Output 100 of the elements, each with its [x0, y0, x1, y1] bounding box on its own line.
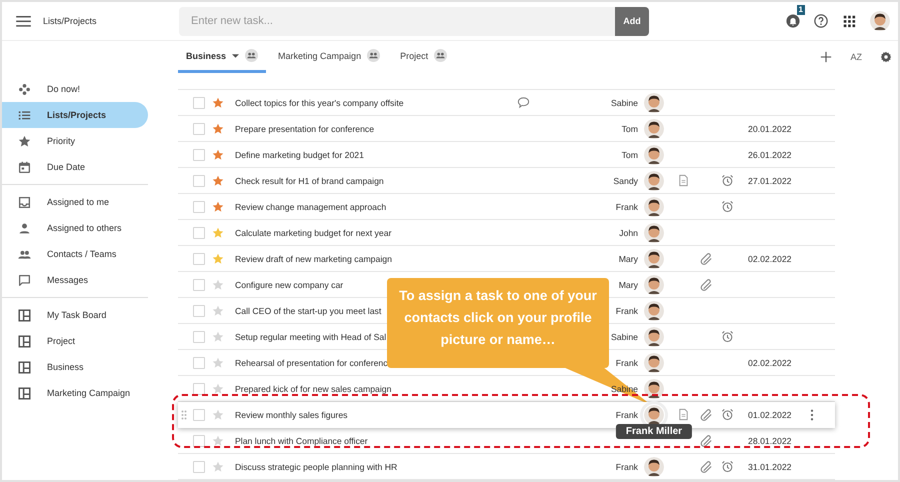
assignee-name[interactable]: Frank: [616, 358, 638, 368]
checkbox[interactable]: [193, 200, 205, 212]
paperclip-icon[interactable]: [700, 252, 712, 265]
due-date: 31.01.2022: [748, 462, 792, 472]
sidebar-item[interactable]: Do now!: [2, 76, 148, 102]
sidebar-item[interactable]: Contacts / Teams: [2, 241, 148, 267]
board-icon: [18, 386, 31, 400]
paperclip-icon[interactable]: [700, 460, 712, 473]
gamepad-icon: [18, 82, 31, 96]
checkbox[interactable]: [193, 226, 205, 238]
assignee-name[interactable]: Frank: [616, 462, 638, 472]
alarm-clock-icon[interactable]: [720, 408, 734, 421]
apps-grid-icon[interactable]: [842, 14, 856, 28]
task-title: Calculate marketing budget for next year: [235, 228, 392, 238]
star-icon[interactable]: [212, 330, 224, 342]
page-title: Lists/Projects: [43, 16, 98, 26]
paperclip-icon[interactable]: [700, 434, 712, 447]
alarm-clock-icon[interactable]: [720, 460, 734, 473]
checkbox[interactable]: [193, 356, 205, 368]
task-title: Configure new company car: [235, 280, 344, 290]
star-icon[interactable]: [212, 148, 224, 160]
due-date: 02.02.2022: [748, 254, 792, 264]
due-date: 27.01.2022: [748, 176, 792, 186]
task-title: Setup regular meeting with Head of Sal: [235, 332, 386, 342]
add-button[interactable]: Add: [615, 6, 649, 36]
paperclip-icon[interactable]: [700, 278, 712, 291]
checkbox[interactable]: [193, 122, 205, 134]
sidebar-item[interactable]: Assigned to me: [2, 189, 148, 215]
help-icon[interactable]: [814, 14, 828, 28]
checkbox[interactable]: [193, 434, 205, 446]
star-icon[interactable]: [212, 382, 224, 394]
sidebar-item[interactable]: Business: [2, 354, 148, 380]
assignee-name[interactable]: John: [619, 228, 638, 238]
star-icon[interactable]: [212, 278, 224, 290]
star-icon[interactable]: [212, 252, 224, 264]
checkbox[interactable]: [193, 382, 205, 394]
user-avatar[interactable]: [870, 11, 890, 31]
checkbox[interactable]: [193, 96, 205, 108]
sidebar-item[interactable]: Priority: [2, 128, 148, 154]
assignee-name[interactable]: Tom: [622, 124, 638, 134]
drag-handle-icon[interactable]: [181, 410, 187, 420]
sidebar-item[interactable]: Marketing Campaign: [2, 380, 148, 406]
star-icon[interactable]: [212, 226, 224, 238]
star-icon[interactable]: [212, 356, 224, 368]
note-icon[interactable]: [676, 174, 690, 187]
star-icon[interactable]: [212, 304, 224, 316]
assignee-name[interactable]: Sabine: [610, 98, 638, 108]
assignee-name[interactable]: Mary: [618, 254, 638, 264]
sidebar-item[interactable]: Due Date: [2, 154, 148, 180]
chat-icon: [18, 274, 31, 286]
plus-icon[interactable]: [820, 51, 832, 63]
assignee-name[interactable]: Sandy: [613, 176, 638, 186]
checkbox[interactable]: [193, 278, 205, 290]
paperclip-icon[interactable]: [700, 408, 712, 421]
menu-icon[interactable]: [16, 16, 31, 26]
star-icon[interactable]: [212, 200, 224, 212]
checkbox[interactable]: [193, 252, 205, 264]
assignee-name[interactable]: Mary: [618, 280, 638, 290]
checkbox[interactable]: [193, 174, 205, 186]
settings-icon[interactable]: [880, 51, 892, 63]
checkbox[interactable]: [193, 408, 205, 420]
sidebar-item[interactable]: Project: [2, 328, 148, 354]
assignee-name[interactable]: Sabine: [610, 332, 638, 342]
task-title: Review change management approach: [235, 202, 386, 212]
board-icon: [18, 308, 31, 322]
task-title: Review draft of new marketing campaign: [235, 254, 392, 264]
list-icon: [18, 108, 31, 122]
star-icon[interactable]: [212, 122, 224, 134]
sidebar-item[interactable]: Messages: [2, 267, 148, 293]
assignee-name[interactable]: Tom: [622, 150, 638, 160]
star-icon[interactable]: [212, 96, 224, 108]
star-icon[interactable]: [212, 408, 224, 420]
checkbox[interactable]: [193, 148, 205, 160]
bell-icon[interactable]: [786, 14, 800, 28]
comment-icon[interactable]: [516, 96, 530, 109]
star-icon[interactable]: [212, 174, 224, 186]
assignee-name[interactable]: Frank: [616, 306, 638, 316]
tab[interactable]: Business: [178, 41, 266, 73]
note-icon[interactable]: [676, 408, 690, 421]
alarm-clock-icon[interactable]: [720, 174, 734, 187]
alarm-clock-icon[interactable]: [720, 200, 734, 213]
tab[interactable]: Marketing Campaign: [270, 41, 388, 73]
sidebar-item[interactable]: Assigned to others: [2, 215, 148, 241]
star-icon[interactable]: [212, 434, 224, 446]
checkbox[interactable]: [193, 460, 205, 472]
assignee-name[interactable]: Frank: [616, 202, 638, 212]
more-options-icon[interactable]: [810, 408, 814, 420]
sort-button[interactable]: AZ: [850, 52, 862, 62]
assignee-name[interactable]: Frank: [616, 410, 638, 420]
star-icon[interactable]: [212, 460, 224, 472]
new-task-field[interactable]: Enter new task...: [179, 6, 615, 36]
checkbox[interactable]: [193, 330, 205, 342]
tab[interactable]: Project: [392, 41, 456, 73]
task-title: Check result for H1 of brand campaign: [235, 176, 384, 186]
alarm-clock-icon[interactable]: [720, 330, 734, 343]
due-date: 26.01.2022: [748, 150, 792, 160]
checkbox[interactable]: [193, 304, 205, 316]
sidebar-item[interactable]: Lists/Projects: [2, 102, 148, 128]
sidebar-item[interactable]: My Task Board: [2, 302, 148, 328]
team-icon: [245, 49, 258, 62]
